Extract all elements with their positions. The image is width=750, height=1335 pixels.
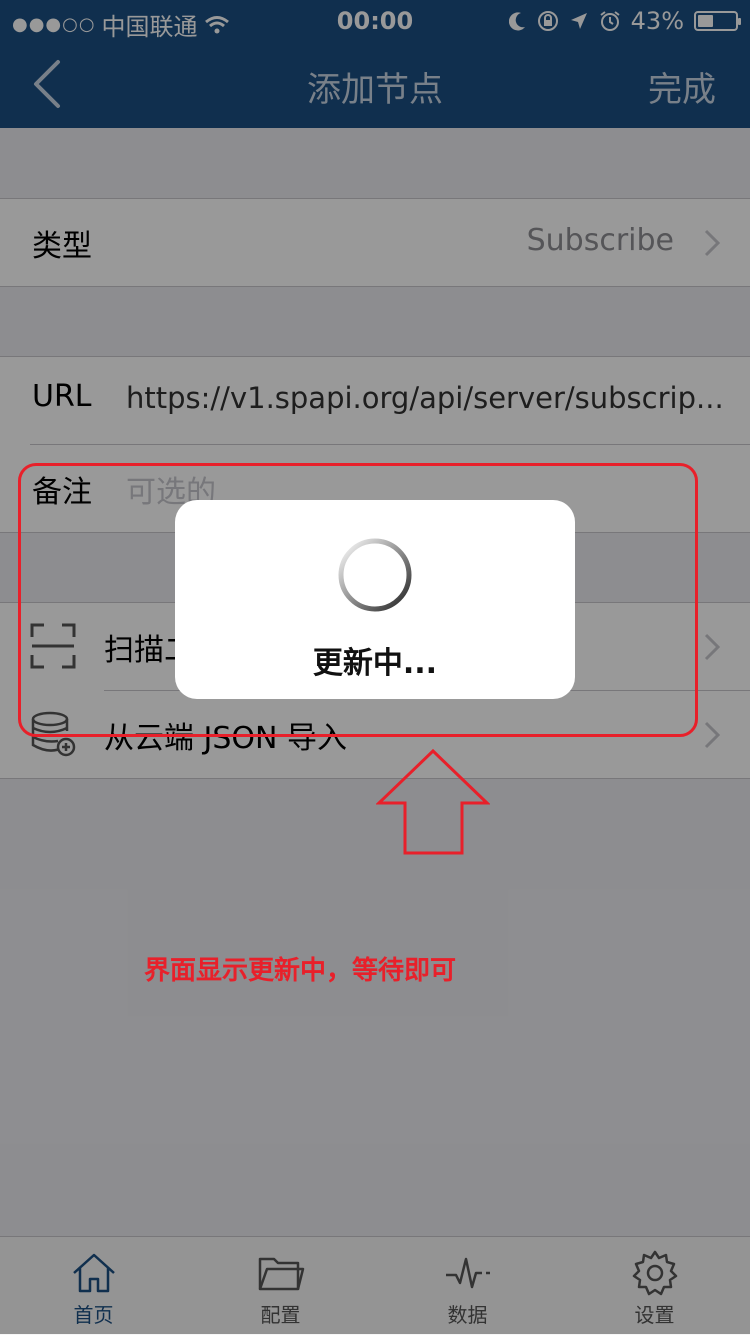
annotation-text: 界面显示更新中，等待即可 bbox=[143, 956, 456, 986]
highlight-rectangle bbox=[18, 463, 698, 737]
arrow-up-icon bbox=[376, 748, 490, 855]
